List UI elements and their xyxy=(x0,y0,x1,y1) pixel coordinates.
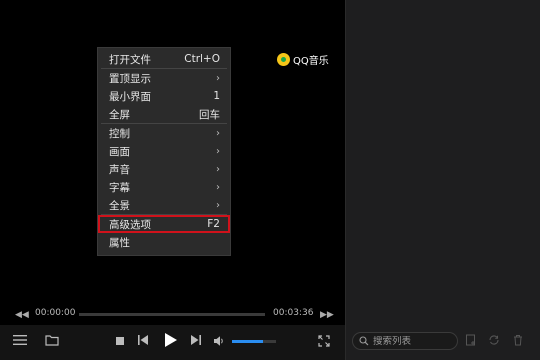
play-icon[interactable] xyxy=(161,331,179,349)
menu-item-label: 全景 xyxy=(109,199,130,212)
loop-mode-icon[interactable] xyxy=(488,334,500,346)
menu-item-mini-mode[interactable]: 最小界面 1 xyxy=(98,87,230,105)
add-to-playlist-icon[interactable] xyxy=(465,334,477,346)
stop-icon[interactable] xyxy=(116,337,124,345)
volume-icon[interactable] xyxy=(213,335,225,347)
menu-item-shortcut: 1 xyxy=(213,90,220,102)
volume-slider[interactable] xyxy=(232,340,276,343)
menu-item-subtitles[interactable]: 字幕 › xyxy=(98,178,230,196)
seek-bar[interactable] xyxy=(79,313,265,316)
qq-music-logo-icon xyxy=(277,53,290,66)
menu-item-panorama[interactable]: 全景 › xyxy=(98,196,230,214)
menu-item-fullscreen[interactable]: 全屏 回车 xyxy=(98,105,230,123)
menu-item-label: 字幕 xyxy=(109,181,130,194)
menu-item-label: 高级选项 xyxy=(109,218,151,231)
menu-item-label: 打开文件 xyxy=(109,53,151,66)
main-menu-icon[interactable] xyxy=(13,333,27,347)
search-icon xyxy=(359,336,369,346)
menu-item-shortcut: 回车 xyxy=(199,108,220,121)
menu-item-control[interactable]: 控制 › xyxy=(98,124,230,142)
chevron-right-icon: › xyxy=(216,127,220,139)
chevron-right-icon: › xyxy=(216,145,220,157)
menu-item-shortcut: Ctrl+O xyxy=(184,53,220,65)
menu-item-label: 置顶显示 xyxy=(109,72,151,85)
menu-item-label: 属性 xyxy=(109,236,130,249)
total-time: 00:03:36 xyxy=(273,308,314,318)
chevron-right-icon: › xyxy=(216,181,220,193)
playlist-search-input[interactable] xyxy=(373,335,453,347)
menu-item-shortcut: F2 xyxy=(207,218,220,230)
player-window: QQ音乐 打开文件 Ctrl+O 置顶显示 › 最小界面 1 全屏 回车 控制 … xyxy=(0,0,540,360)
volume-slider-fill xyxy=(232,340,263,343)
menu-item-properties[interactable]: 属性 xyxy=(98,233,230,251)
context-menu: 打开文件 Ctrl+O 置顶显示 › 最小界面 1 全屏 回车 控制 › 画面 … xyxy=(97,47,231,256)
fast-forward-icon[interactable]: ▶▶ xyxy=(320,310,334,320)
previous-icon[interactable] xyxy=(137,334,149,346)
chevron-right-icon: › xyxy=(216,72,220,84)
menu-item-label: 声音 xyxy=(109,163,130,176)
menu-item-label: 画面 xyxy=(109,145,130,158)
menu-item-label: 最小界面 xyxy=(109,90,151,103)
qq-music-logo: QQ音乐 xyxy=(277,52,329,67)
playlist-search xyxy=(352,332,458,350)
chevron-right-icon: › xyxy=(216,199,220,211)
menu-item-label: 全屏 xyxy=(109,108,130,121)
menu-item-open-file[interactable]: 打开文件 Ctrl+O xyxy=(98,50,230,68)
menu-item-always-on-top[interactable]: 置顶显示 › xyxy=(98,69,230,87)
playlist-panel xyxy=(345,0,540,360)
menu-item-label: 控制 xyxy=(109,127,130,140)
open-folder-icon[interactable] xyxy=(45,334,59,346)
current-time: 00:00:00 xyxy=(35,308,76,318)
trash-icon[interactable] xyxy=(512,334,524,346)
chevron-right-icon: › xyxy=(216,163,220,175)
menu-item-video[interactable]: 画面 › xyxy=(98,142,230,160)
logo-text: QQ音乐 xyxy=(293,56,329,67)
menu-item-advanced-options[interactable]: 高级选项 F2 xyxy=(98,215,230,233)
menu-item-audio[interactable]: 声音 › xyxy=(98,160,230,178)
rewind-icon[interactable]: ◀◀ xyxy=(15,310,29,320)
next-icon[interactable] xyxy=(190,334,202,346)
fullscreen-icon[interactable] xyxy=(318,335,330,347)
